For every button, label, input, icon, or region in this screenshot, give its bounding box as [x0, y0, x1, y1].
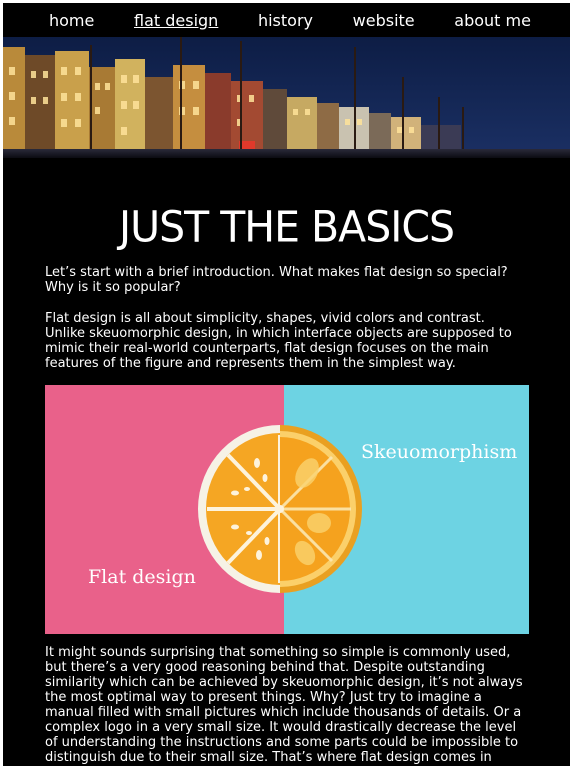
flat-vs-skeuomorphism-illustration: Skeuomorphism Flat design	[45, 385, 529, 634]
harbor-night-photo	[3, 37, 570, 158]
nav-link-home[interactable]: home	[49, 11, 94, 30]
skeuomorphism-label: Skeuomorphism	[361, 441, 518, 463]
nav-link-history[interactable]: history	[258, 11, 313, 30]
top-nav: home flat design history website about m…	[3, 3, 570, 37]
nav-link-about-me[interactable]: about me	[454, 11, 531, 30]
body-paragraph-1: Flat design is all about simplicity, sha…	[45, 311, 512, 371]
hero-banner-image	[3, 37, 570, 158]
intro-paragraph: Let’s start with a brief introduction. W…	[45, 265, 508, 295]
nav-link-website[interactable]: website	[353, 11, 415, 30]
page-heading: JUST THE BASICS	[119, 201, 455, 253]
flat-design-label: Flat design	[88, 566, 196, 588]
page-frame: home flat design history website about m…	[3, 3, 570, 766]
orange-slice-icon	[198, 425, 362, 593]
main-content: JUST THE BASICS Let’s start with a brief…	[3, 201, 570, 765]
body-paragraph-2: It might sounds surprising that somethin…	[45, 645, 523, 765]
nav-link-flat-design[interactable]: flat design	[134, 11, 218, 30]
